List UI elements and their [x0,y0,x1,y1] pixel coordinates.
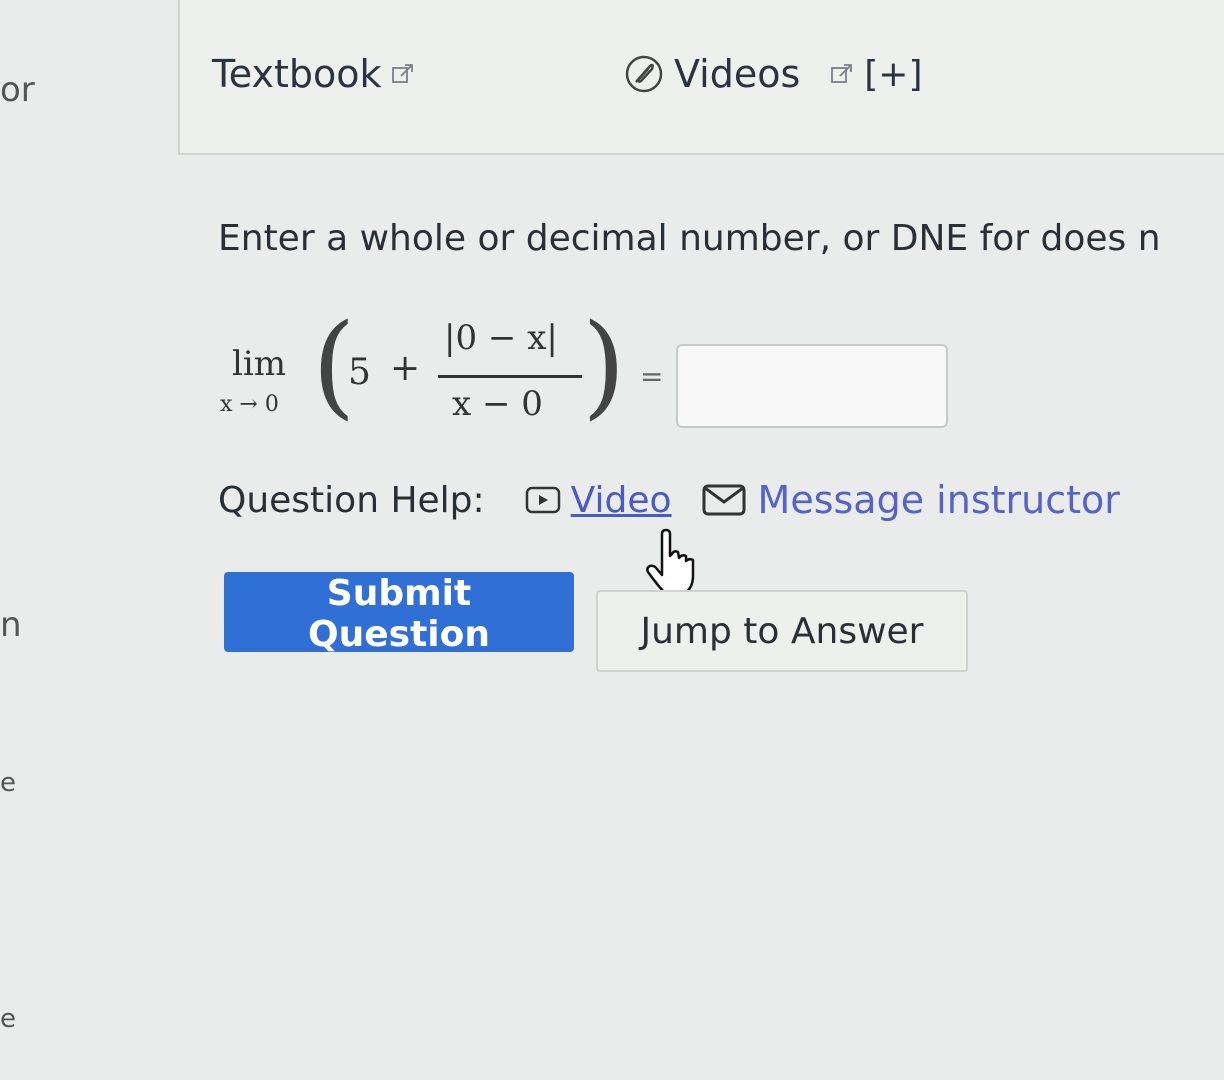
hand-pointer-icon [646,528,695,596]
external-link-icon [392,64,414,83]
textbook-label: Textbook [212,52,382,96]
equals-sign: = [640,360,664,393]
question-page: or n e e Textbook Videos [+] Enter a who… [0,0,1224,1080]
lim-subscript: x → 0 [220,392,279,417]
jump-to-answer-button[interactable]: Jump to Answer [596,590,968,672]
submit-question-button[interactable]: Submit Question [224,572,574,655]
videos-label: Videos [674,52,801,96]
lim-operator: lim [232,344,286,384]
external-link-icon [831,64,853,83]
sidebar-fragment: n [0,605,22,645]
question-instructions: Enter a whole or decimal number, or DNE … [218,218,1161,259]
message-instructor-label: Message instructor [757,478,1120,522]
sidebar-fragment: e [0,768,16,798]
plus-sign: + [390,348,421,389]
answer-input[interactable] [676,344,948,428]
expand-videos-toggle[interactable]: [+] [864,54,922,95]
right-paren: ) [582,301,626,431]
sidebar-fragment: or [0,70,35,110]
mail-icon [702,484,746,516]
fraction-denominator: x − 0 [452,384,543,424]
message-instructor-link[interactable]: Message instructor [702,478,1120,522]
question-help-label: Question Help: [218,479,485,521]
constant-term: 5 [348,352,371,393]
question-help: Question Help: Video Message instructor [218,478,1120,522]
textbook-link[interactable]: Textbook [212,52,415,96]
video-icon [525,486,560,514]
paperclip-icon [625,55,663,93]
fraction-numerator: |0 − x| [444,318,558,358]
videos-link[interactable]: Videos [+] [624,52,923,96]
video-help-link[interactable]: Video [525,480,672,521]
video-help-label: Video [570,479,672,521]
resources-panel: Textbook Videos [+] [178,0,1224,155]
sidebar-fragment: e [0,1004,16,1034]
limit-expression: lim x → 0 ( 5 + |0 − x| x − 0 ) = [220,310,663,448]
fraction-bar [438,375,582,378]
